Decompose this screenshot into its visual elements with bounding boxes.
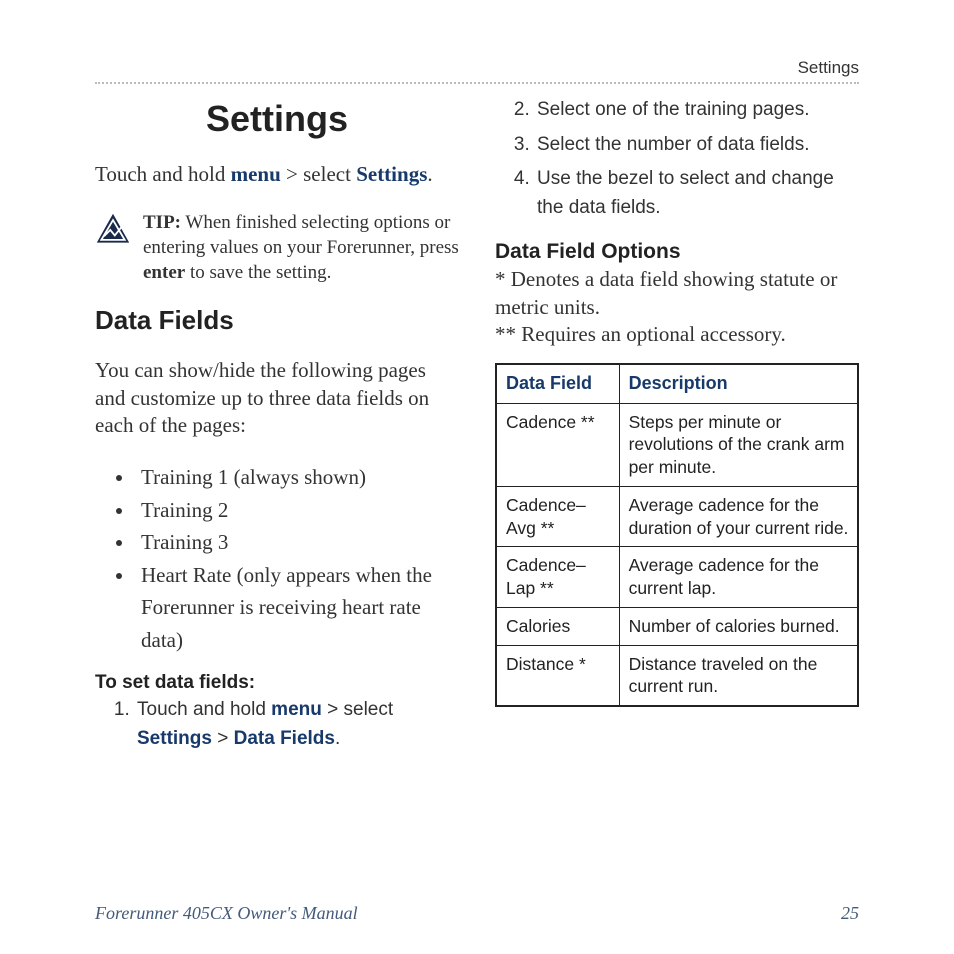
step1-prefix: Touch and hold: [137, 699, 271, 720]
step1-datafields: Data Fields: [234, 728, 335, 749]
data-fields-intro: You can show/hide the following pages an…: [95, 357, 459, 440]
tip-text: TIP: When finished selecting options or …: [143, 210, 459, 285]
options-heading: Data Field Options: [495, 240, 859, 264]
step1-suffix: .: [335, 728, 340, 749]
field-name: Distance *: [496, 645, 619, 706]
page-number: 25: [841, 903, 859, 924]
tip-before: When finished selecting options or enter…: [143, 212, 459, 258]
page-title: Settings: [95, 98, 459, 140]
tip-block: TIP: When finished selecting options or …: [95, 210, 459, 285]
tip-enter: enter: [143, 262, 185, 283]
field-name: Cadence–Lap **: [496, 547, 619, 608]
step-4: Use the bezel to select and change the d…: [535, 165, 859, 222]
tip-label: TIP:: [143, 212, 181, 233]
tip-after: to save the setting.: [185, 262, 331, 283]
step-3: Select the number of data fields.: [535, 131, 859, 160]
options-note2: ** Requires an optional accessory.: [495, 321, 859, 349]
field-desc: Number of calories burned.: [619, 607, 858, 645]
tip-icon: [95, 212, 131, 248]
field-desc: Distance traveled on the current run.: [619, 645, 858, 706]
data-fields-heading: Data Fields: [95, 305, 459, 336]
steps-right: Select one of the training pages. Select…: [495, 96, 859, 222]
running-header: Settings: [95, 58, 859, 82]
step-1: Touch and hold menu > select Settings > …: [135, 696, 459, 753]
list-item: Training 1 (always shown): [135, 461, 459, 494]
table-row: Cadence ** Steps per minute or revolutio…: [496, 403, 858, 486]
step1-settings: Settings: [137, 728, 212, 749]
table-row: Distance * Distance traveled on the curr…: [496, 645, 858, 706]
to-set-heading: To set data fields:: [95, 672, 459, 694]
intro-paragraph: Touch and hold menu > select Settings.: [95, 161, 459, 189]
settings-link: Settings: [356, 162, 427, 186]
step1-mid1: > select: [322, 699, 393, 720]
step1-mid2: >: [212, 728, 234, 749]
field-name: Cadence–Avg **: [496, 486, 619, 547]
pages-list: Training 1 (always shown) Training 2 Tra…: [95, 461, 459, 656]
menu-link: menu: [231, 162, 281, 186]
table-row: Cadence–Avg ** Average cadence for the d…: [496, 486, 858, 547]
page-footer: Forerunner 405CX Owner's Manual 25: [95, 903, 859, 924]
list-item: Heart Rate (only appears when the Foreru…: [135, 559, 459, 657]
intro-suffix: .: [427, 162, 432, 186]
step1-menu: menu: [271, 699, 322, 720]
options-note1: * Denotes a data field showing statute o…: [495, 266, 859, 321]
footer-title: Forerunner 405CX Owner's Manual: [95, 903, 358, 924]
right-column: Select one of the training pages. Select…: [495, 94, 859, 759]
field-name: Cadence **: [496, 403, 619, 486]
table-header-desc: Description: [619, 364, 858, 403]
intro-mid: > select: [281, 162, 356, 186]
steps-left: Touch and hold menu > select Settings > …: [95, 696, 459, 753]
table-header-field: Data Field: [496, 364, 619, 403]
table-row: Cadence–Lap ** Average cadence for the c…: [496, 547, 858, 608]
step-2: Select one of the training pages.: [535, 96, 859, 125]
field-desc: Average cadence for the duration of your…: [619, 486, 858, 547]
list-item: Training 3: [135, 526, 459, 559]
field-name: Calories: [496, 607, 619, 645]
left-column: Settings Touch and hold menu > select Se…: [95, 94, 459, 759]
data-field-table: Data Field Description Cadence ** Steps …: [495, 363, 859, 707]
intro-prefix: Touch and hold: [95, 162, 231, 186]
table-row: Calories Number of calories burned.: [496, 607, 858, 645]
list-item: Training 2: [135, 494, 459, 527]
field-desc: Steps per minute or revolutions of the c…: [619, 403, 858, 486]
header-divider: [95, 82, 859, 84]
field-desc: Average cadence for the current lap.: [619, 547, 858, 608]
